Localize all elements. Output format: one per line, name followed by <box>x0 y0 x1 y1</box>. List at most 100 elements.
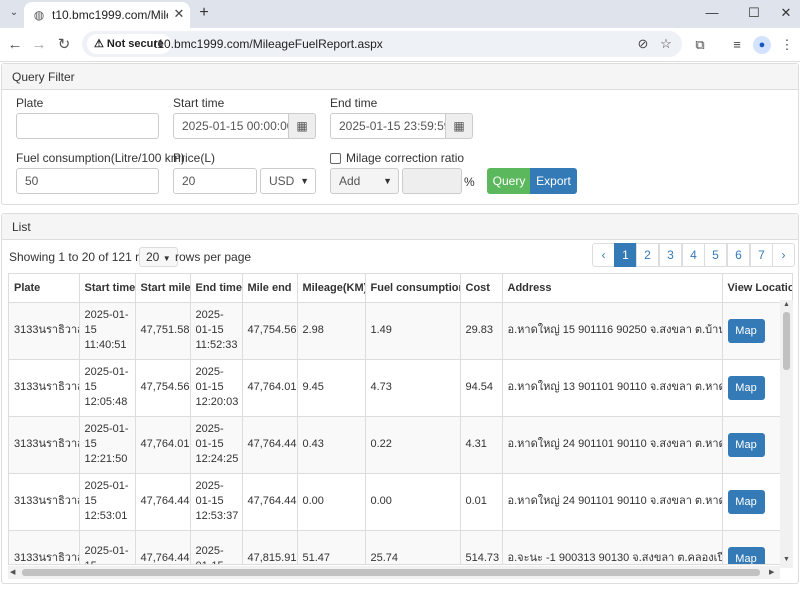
price-input[interactable]: 20 <box>173 168 257 194</box>
column-header[interactable]: Address <box>502 274 723 303</box>
column-header[interactable]: Start time <box>79 274 136 303</box>
table-vertical-scrollbar[interactable]: ▲ ▼ <box>780 300 793 568</box>
bookmark-star-icon[interactable]: ☆ <box>657 35 675 53</box>
map-button[interactable]: Map <box>727 432 765 457</box>
column-header[interactable]: Plate <box>9 274 80 303</box>
start-clock: 12:53:01 <box>84 510 128 522</box>
cell-mileage: 9.45 <box>297 359 366 417</box>
camera-blocked-icon[interactable]: ⊘ <box>634 35 652 53</box>
page-3[interactable]: 3 <box>659 243 682 267</box>
minimize-icon[interactable]: — <box>700 4 724 22</box>
caret-down-icon: ▼ <box>162 254 171 263</box>
page-6[interactable]: 6 <box>727 243 750 267</box>
scroll-left-icon[interactable]: ◀ <box>10 568 15 576</box>
column-header[interactable]: Fuel consumption <box>365 274 461 303</box>
map-button[interactable]: Map <box>727 489 765 514</box>
cell-cost: 0.01 <box>460 473 503 531</box>
cell-start-mile: 47,754.56 <box>135 359 191 417</box>
maximize-icon[interactable]: ☐ <box>742 4 766 22</box>
report-table-container: Plate Start time Start mile End time Mil… <box>8 273 793 565</box>
page-2[interactable]: 2 <box>636 243 659 267</box>
address-bar[interactable]: ⚠ Not secure t10.bmc1999.com/MileageFuel… <box>82 31 682 57</box>
table-row: 3133นราธิวาส 2025-01-15 11:40:51 47,751.… <box>9 302 792 360</box>
end-clock: 12:24:25 <box>195 453 239 465</box>
url-text[interactable]: t10.bmc1999.com/MileageFuelReport.aspx <box>154 37 383 51</box>
cell-address: อ.หาดใหญ่ 24 901101 90110 จ.สงขลา ต.หาดใ… <box>502 473 723 531</box>
correction-mode-select[interactable]: Add ▼ <box>330 168 399 194</box>
scroll-right-icon[interactable]: ▶ <box>769 568 774 576</box>
scroll-up-icon[interactable]: ▲ <box>783 301 790 308</box>
plate-input[interactable] <box>16 113 159 139</box>
page-5[interactable]: 5 <box>704 243 727 267</box>
reading-list-icon[interactable]: ≡ <box>727 35 747 55</box>
map-button[interactable]: Map <box>727 546 765 564</box>
start-date: 2025-01-15 <box>84 309 129 336</box>
close-tab-icon[interactable]: ✕ <box>172 7 186 21</box>
page-4[interactable]: 4 <box>682 243 705 267</box>
query-button[interactable]: Query <box>487 168 531 194</box>
cell-mile-end: 47,764.01 <box>242 359 298 417</box>
table-horizontal-scrollbar[interactable]: ◀ ▶ <box>8 566 780 579</box>
start-clock: 12:21:50 <box>84 453 128 465</box>
globe-icon: ◍ <box>33 8 45 22</box>
cell-fuel: 0.00 <box>365 473 461 531</box>
column-header[interactable]: Start mile <box>135 274 191 303</box>
browser-toolbar: ← → ↻ ⚠ Not secure t10.bmc1999.com/Milea… <box>0 28 800 62</box>
fuel-consumption-input[interactable]: 50 <box>16 168 159 194</box>
start-date: 2025-01-15 <box>84 366 129 393</box>
cell-start-time: 2025-01-15 12:05:48 <box>79 359 136 417</box>
start-time-input[interactable]: 2025-01-15 00:00:00 <box>173 113 289 139</box>
cell-start-mile: 47,764.44 <box>135 530 191 564</box>
page-1[interactable]: 1 <box>614 243 637 267</box>
browser-tab[interactable]: ◍ t10.bmc1999.com/MileageFuelR ✕ <box>24 2 190 28</box>
close-window-icon[interactable]: ✕ <box>774 4 798 22</box>
column-header[interactable]: End time <box>190 274 243 303</box>
scroll-down-icon[interactable]: ▼ <box>783 556 790 563</box>
scrollbar-thumb[interactable] <box>22 569 760 576</box>
correction-ratio-input[interactable] <box>402 168 462 194</box>
calendar-icon[interactable]: ▦ <box>288 113 316 139</box>
tab-search-icon[interactable]: ⌄ <box>4 3 24 23</box>
page-prev[interactable]: ‹ <box>592 243 615 267</box>
new-tab-icon[interactable]: + <box>195 4 213 22</box>
cell-start-time: 2025-01-15 12:53:01 <box>79 473 136 531</box>
map-button[interactable]: Map <box>727 375 765 400</box>
column-header[interactable]: View Location <box>722 274 792 303</box>
end-time-input[interactable]: 2025-01-15 23:59:59 <box>330 113 446 139</box>
milage-correction-checkbox[interactable] <box>330 153 341 164</box>
page-size-dropdown[interactable]: 20 ▼ <box>139 247 178 267</box>
back-icon[interactable]: ← <box>6 36 24 54</box>
column-header[interactable]: Cost <box>460 274 503 303</box>
extensions-icon[interactable]: ⧉ <box>690 35 710 55</box>
column-header[interactable]: Mile end <box>242 274 298 303</box>
chevron-down-icon: ▼ <box>300 176 309 186</box>
cell-mile-end: 47,764.44 <box>242 416 298 474</box>
correction-mode-value: Add <box>339 174 361 188</box>
showing-rows-text: Showing 1 to 20 of 121 rows <box>9 250 161 264</box>
page-7[interactable]: 7 <box>750 243 773 267</box>
calendar-icon[interactable]: ▦ <box>445 113 473 139</box>
cell-start-mile: 47,751.58 <box>135 302 191 360</box>
forward-icon[interactable]: → <box>30 36 48 54</box>
map-button[interactable]: Map <box>727 318 765 343</box>
reload-icon[interactable]: ↻ <box>55 36 73 54</box>
page-next[interactable]: › <box>772 243 795 267</box>
end-date: 2025-01-15 <box>195 544 224 565</box>
scrollbar-thumb[interactable] <box>783 312 790 370</box>
page-size-value: 20 <box>146 250 160 264</box>
fuel-consumption-label: Fuel consumption(Litre/100 km) <box>16 151 185 165</box>
menu-icon[interactable]: ⋮ <box>777 35 797 55</box>
cell-plate: 3133นราธิวาส <box>9 359 80 417</box>
profile-avatar[interactable]: ● <box>753 36 771 54</box>
list-heading: List <box>2 214 798 240</box>
currency-select[interactable]: USD ▼ <box>260 168 316 194</box>
cell-start-time: 2025-01-15 12:21:50 <box>79 416 136 474</box>
end-date: 2025-01-15 <box>195 309 224 336</box>
export-button[interactable]: Export <box>530 168 577 194</box>
cell-address: อ.จะนะ -1 900313 90130 จ.สงขลา ต.คลองเปี… <box>502 530 723 564</box>
start-clock: 11:40:51 <box>84 339 127 351</box>
cell-cost: 29.83 <box>460 302 503 360</box>
currency-value: USD <box>269 174 295 188</box>
column-header[interactable]: Mileage(KM) <box>297 274 366 303</box>
cell-end-time: 2025-01-15 12:20:03 <box>190 359 243 417</box>
